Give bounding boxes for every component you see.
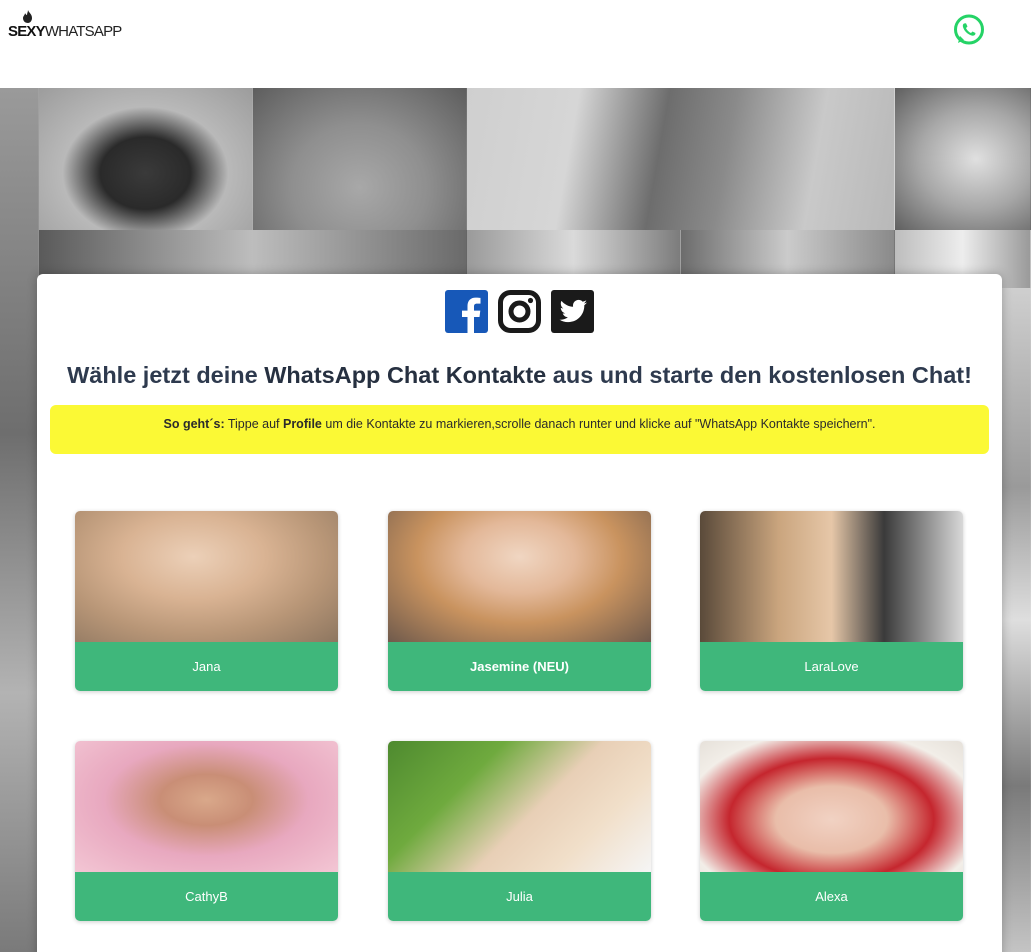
headline-pre: Wähle jetzt deine (67, 362, 265, 388)
profile-card[interactable]: LaraLove (700, 511, 963, 691)
main-card: Wähle jetzt deine WhatsApp Chat Kontakte… (37, 274, 1002, 952)
logo-text-bold: SEXY (8, 23, 46, 40)
flame-icon (23, 10, 32, 23)
background-photo (467, 88, 895, 230)
notice-strong: Profile (282, 417, 322, 431)
profile-photo (700, 511, 963, 642)
background-photo (0, 88, 39, 952)
headline-strong: WhatsApp Chat Kontakte (264, 362, 547, 388)
profile-name: LaraLove (700, 642, 963, 691)
page-headline: Wähle jetzt deine WhatsApp Chat Kontakte… (37, 362, 1002, 389)
profile-card[interactable]: Alexa (700, 741, 963, 921)
profile-card[interactable]: Jasemine (NEU) (388, 511, 651, 691)
notice-part2: um die Kontakte zu markieren,scrolle dan… (321, 417, 876, 431)
profile-photo (75, 741, 338, 872)
instructions-notice: So geht´s: Tippe auf Profile um die Kont… (50, 405, 989, 454)
profile-name: CathyB (75, 872, 338, 921)
headline-post: aus und starte den kostenlosen Chat! (546, 362, 972, 388)
background-photo (253, 88, 467, 230)
profile-name: Alexa (700, 872, 963, 921)
site-header: SEXY WHATSAPP (0, 0, 1031, 88)
profile-card[interactable]: Jana (75, 511, 338, 691)
social-links (37, 290, 1002, 333)
profile-name: Jana (75, 642, 338, 691)
profile-card[interactable]: CathyB (75, 741, 338, 921)
background-photo (895, 88, 1031, 230)
logo-text-light: WHATSAPP (44, 23, 122, 40)
notice-part1: Tippe auf (224, 417, 283, 431)
background-photo (1000, 288, 1031, 952)
facebook-icon[interactable] (445, 290, 488, 333)
site-logo[interactable]: SEXY WHATSAPP (8, 10, 122, 40)
profile-photo (388, 741, 651, 872)
background-photo (39, 88, 253, 230)
profile-photo (75, 511, 338, 642)
instagram-icon[interactable] (498, 290, 541, 333)
profile-photo (700, 741, 963, 872)
whatsapp-icon[interactable] (952, 13, 986, 47)
profile-name: Jasemine (NEU) (388, 642, 651, 691)
profile-photo (388, 511, 651, 642)
profile-name: Julia (388, 872, 651, 921)
twitter-icon[interactable] (551, 290, 594, 333)
notice-lead: So geht´s: (163, 417, 225, 431)
profile-card[interactable]: Julia (388, 741, 651, 921)
